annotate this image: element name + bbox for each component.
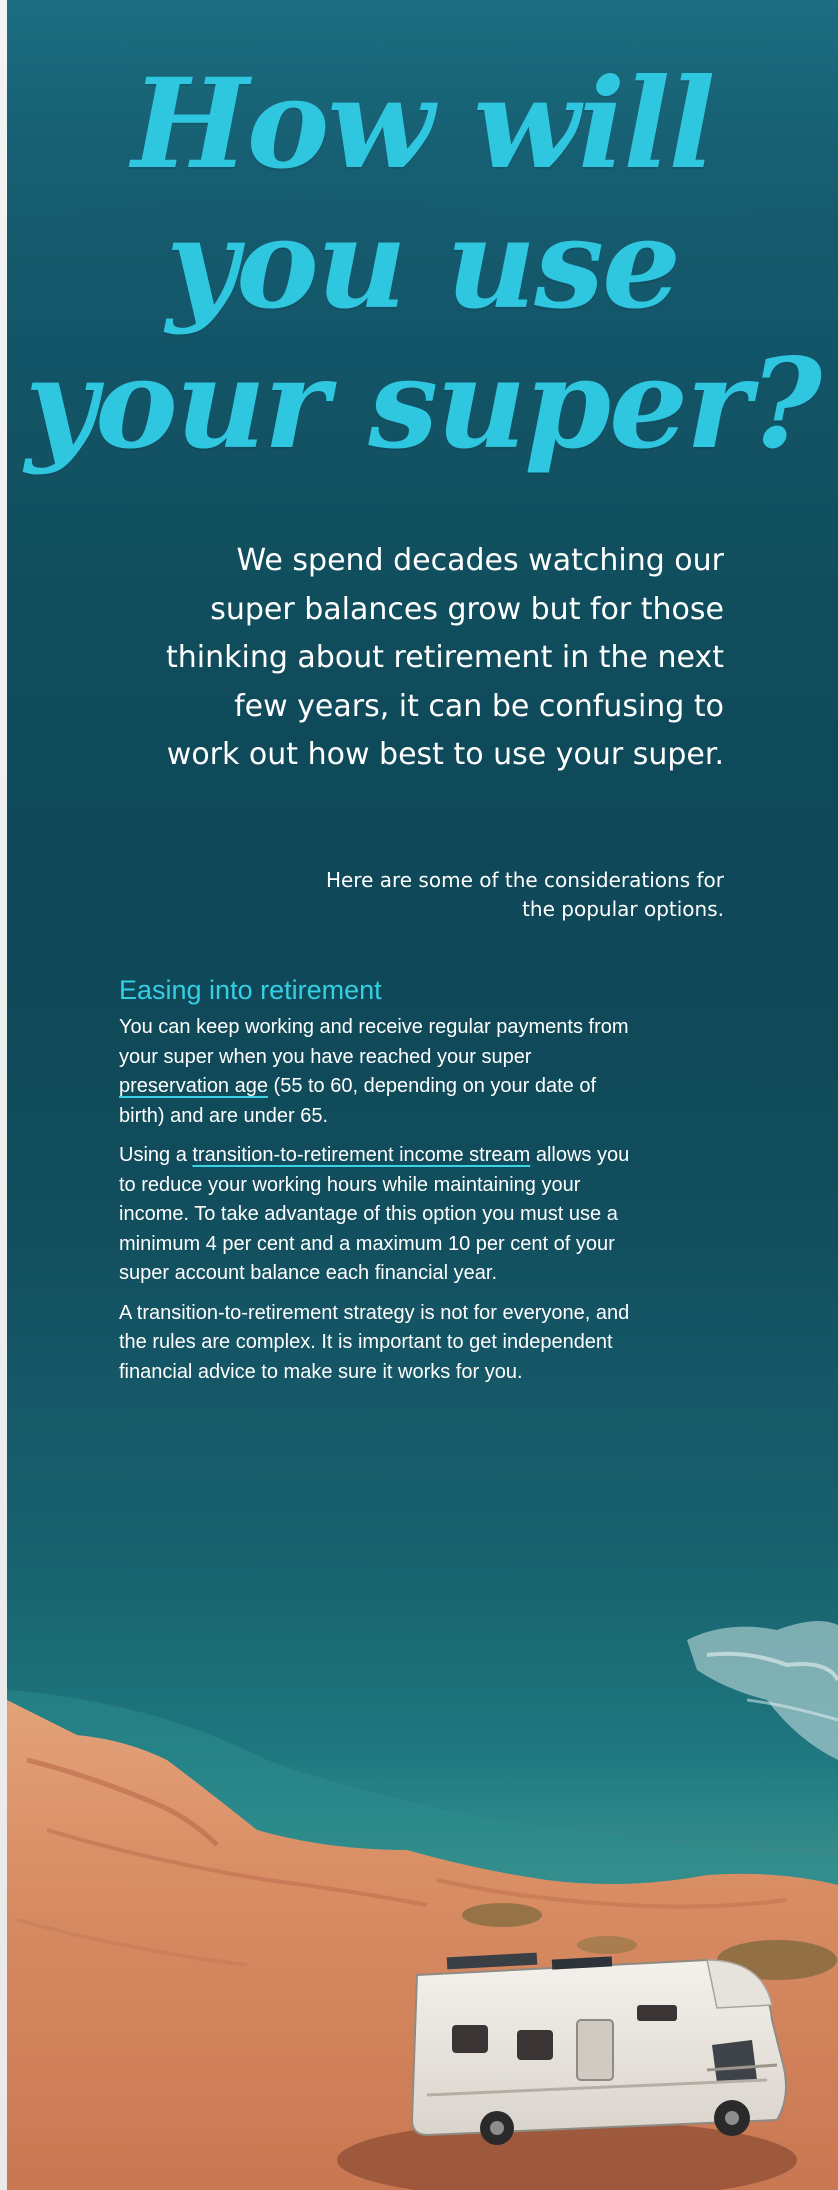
headline-line: your super? (25, 332, 822, 477)
section-paragraph: Using a transition-to-retirement income … (119, 1141, 639, 1289)
headline-line: How will (131, 52, 716, 197)
transition-to-retirement-link[interactable]: transition-to-retirement income stream (192, 1144, 530, 1166)
section-paragraph: You can keep working and receive regular… (119, 1013, 639, 1131)
page-headline: How will you use your super? (7, 55, 838, 475)
paragraph-text: Using a (119, 1144, 193, 1166)
surf-foam (687, 1621, 838, 1760)
preservation-age-link[interactable]: preservation age (119, 1075, 268, 1097)
intro-paragraph: We spend decades watching our super bala… (166, 543, 724, 772)
page-edge (0, 0, 7, 2190)
shrub (462, 1903, 542, 1927)
motorhome (410, 1952, 787, 2145)
paragraph-text: You can keep working and receive regular… (119, 1016, 629, 1068)
headline-line: you use (166, 192, 681, 337)
easing-into-retirement-section: Easing into retirement You can keep work… (119, 973, 639, 1397)
section-heading: Easing into retirement (119, 975, 382, 1005)
sub-intro-paragraph: Here are some of the considerations for … (325, 868, 724, 921)
background-photo: How will you use your super? We spend de… (7, 0, 838, 2190)
section-paragraph: A transition-to-retirement strategy is n… (119, 1301, 630, 1383)
